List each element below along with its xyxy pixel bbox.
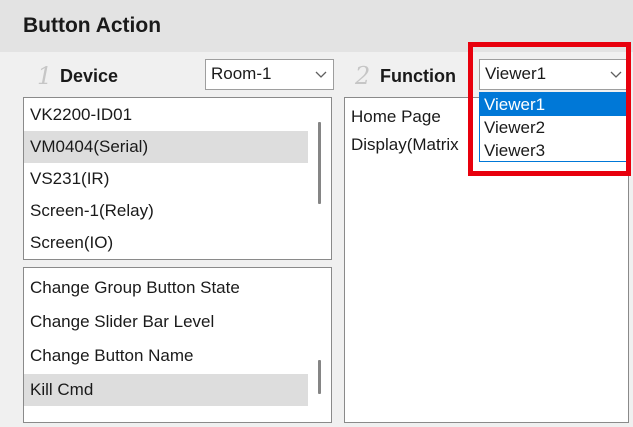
- step-1-number: 1: [37, 62, 53, 90]
- device-list-scrollbar[interactable]: [318, 122, 321, 204]
- device-list-item[interactable]: VK2200-ID01: [24, 99, 331, 131]
- room-select-value: Room-1: [211, 64, 272, 83]
- device-label: Device: [60, 66, 119, 86]
- device-list[interactable]: VK2200-ID01 VM0404(Serial) VS231(IR) Screen…: [23, 97, 332, 260]
- function-label: Function: [380, 66, 456, 86]
- action-list[interactable]: Change Group Button State Change Slider B…: [23, 267, 332, 423]
- action-list-item[interactable]: Change Button Name: [24, 340, 331, 372]
- annotation-highlight: [468, 42, 631, 176]
- device-list-item[interactable]: Screen-1(Relay): [24, 195, 331, 227]
- device-list-item[interactable]: VS231(IR): [24, 163, 331, 195]
- device-list-item[interactable]: Screen(IO): [24, 227, 331, 259]
- room-select[interactable]: Room-1: [205, 59, 334, 90]
- panel-title: Button Action: [23, 14, 162, 37]
- action-list-scrollbar[interactable]: [318, 360, 321, 394]
- action-list-item[interactable]: Kill Cmd: [24, 374, 308, 406]
- step-2-number: 2: [355, 62, 371, 90]
- device-list-item[interactable]: VM0404(Serial): [24, 131, 308, 163]
- action-list-item[interactable]: Change Group Button State: [24, 272, 331, 304]
- chevron-down-icon: [315, 71, 327, 78]
- action-list-item[interactable]: Change Slider Bar Level: [24, 306, 331, 338]
